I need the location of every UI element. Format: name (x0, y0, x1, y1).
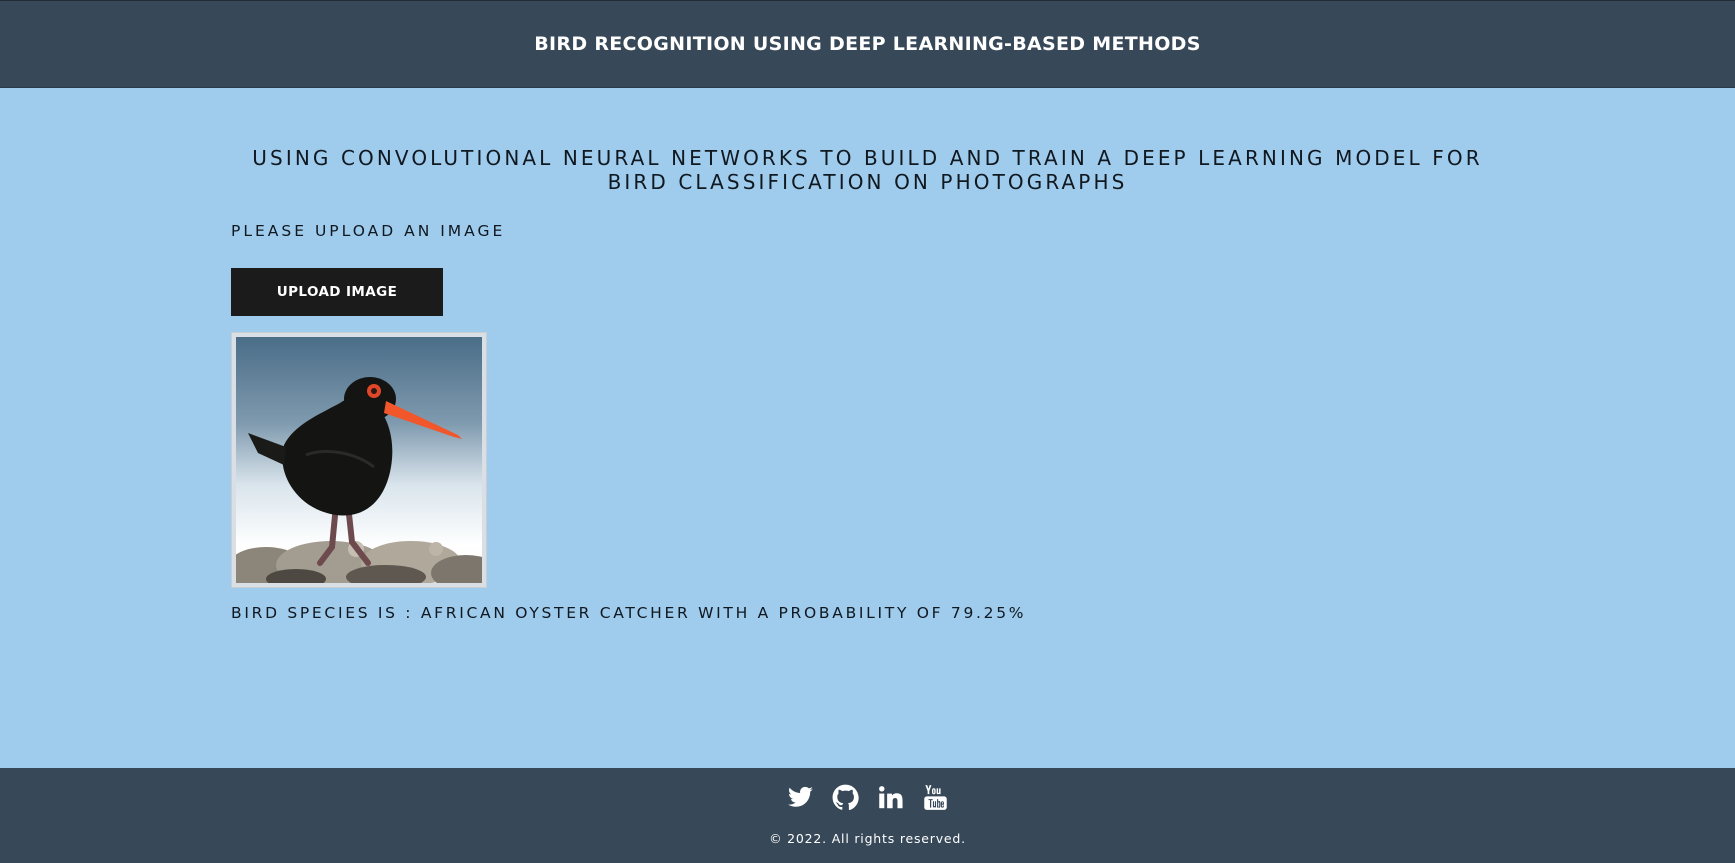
prediction-result: BIRD SPECIES IS : AFRICAN OYSTER CATCHER… (231, 604, 1027, 622)
uploaded-image (231, 332, 487, 588)
upload-prompt: PLEASE UPLOAD AN IMAGE (231, 222, 506, 240)
site-footer: © 2022. All rights reserved. (0, 768, 1735, 863)
site-title: BIRD RECOGNITION USING DEEP LEARNING-BAS… (534, 33, 1201, 55)
youtube-icon[interactable] (922, 784, 949, 811)
upload-image-button[interactable]: UPLOAD IMAGE (231, 268, 443, 316)
page-heading: USING CONVOLUTIONAL NEURAL NETWORKS TO B… (252, 146, 1483, 194)
social-links (0, 784, 1735, 811)
github-icon[interactable] (832, 784, 859, 811)
site-header: BIRD RECOGNITION USING DEEP LEARNING-BAS… (0, 0, 1735, 88)
main-content: USING CONVOLUTIONAL NEURAL NETWORKS TO B… (230, 88, 1505, 622)
copyright-text: © 2022. All rights reserved. (769, 831, 966, 846)
twitter-icon[interactable] (787, 784, 814, 811)
bird-photo (236, 337, 482, 583)
linkedin-icon[interactable] (877, 784, 904, 811)
